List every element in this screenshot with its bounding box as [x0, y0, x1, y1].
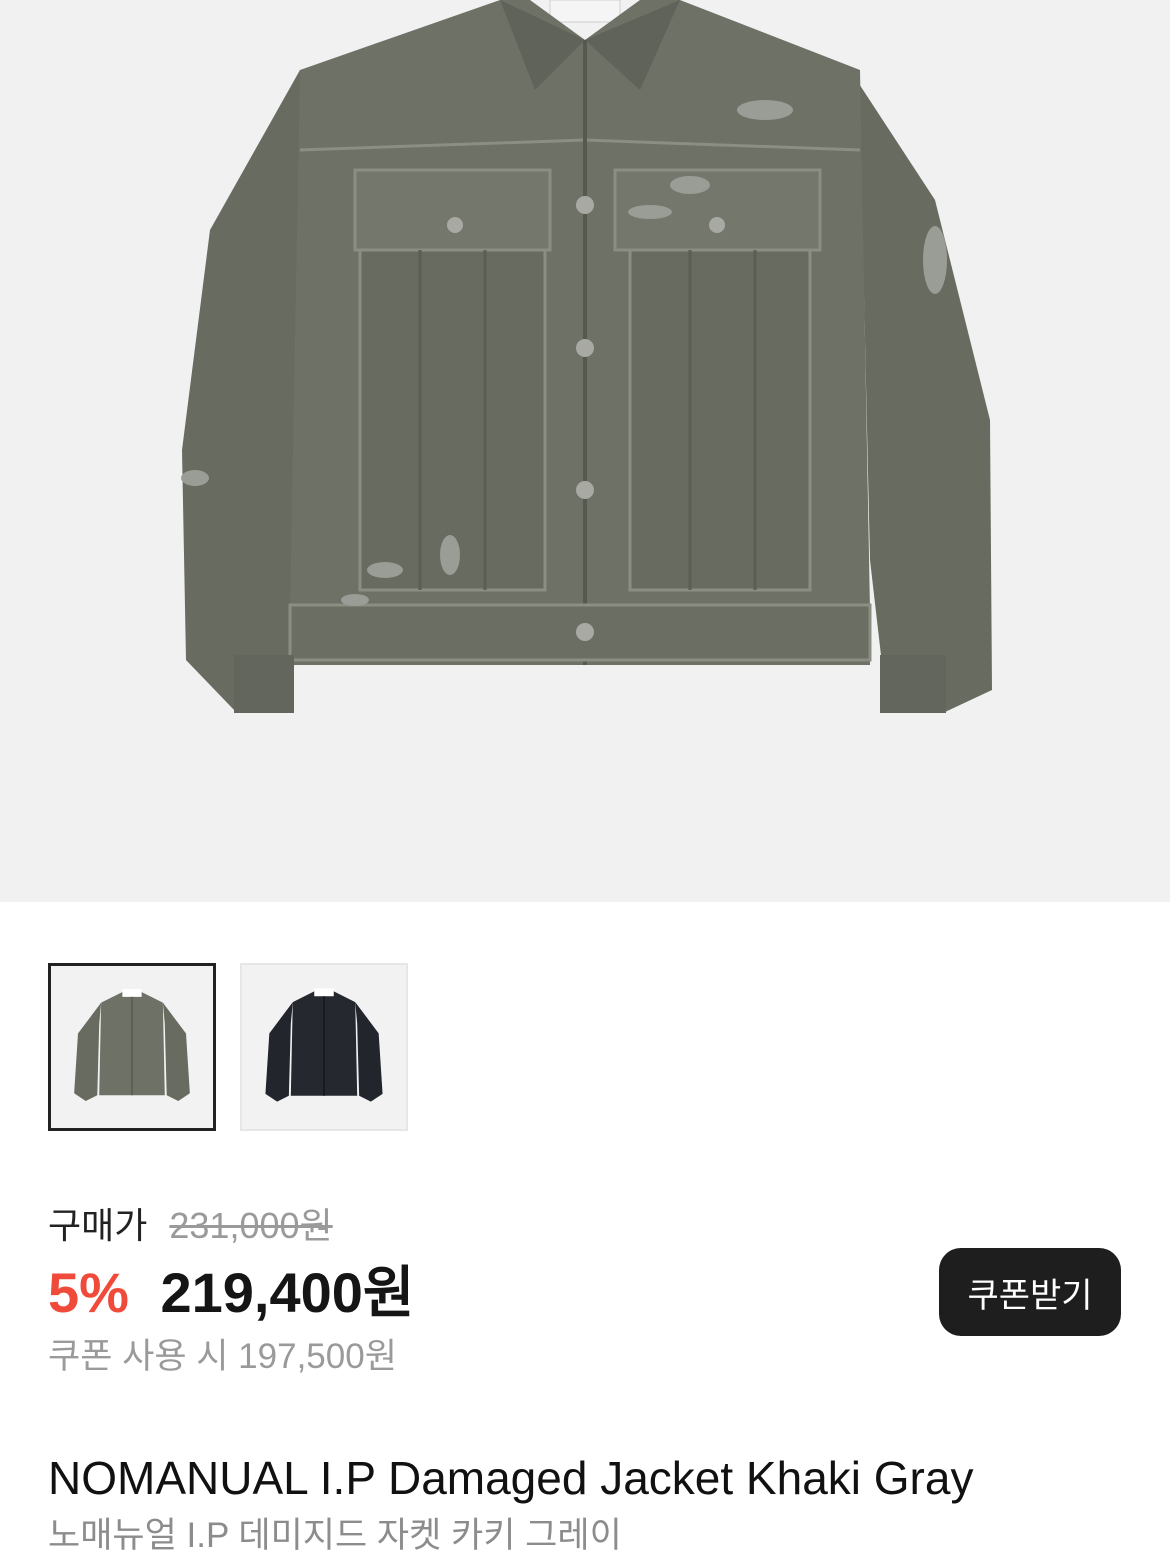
- product-title-ko: 노매뉴얼 I.P 데미지드 자켓 카키 그레이: [48, 1516, 622, 1555]
- original-price: 231,000원: [169, 1205, 333, 1246]
- price-label-row: 구매가 231,000원: [48, 1204, 333, 1248]
- thumbnail-black[interactable]: [240, 963, 408, 1131]
- thumbnail-khaki-gray[interactable]: [48, 963, 216, 1131]
- coupon-price-note: 쿠폰 사용 시 197,500원: [48, 1337, 397, 1376]
- jacket-image: [181, 0, 992, 713]
- sale-price: 219,400원: [160, 1261, 415, 1324]
- get-coupon-button[interactable]: 쿠폰받기: [939, 1248, 1121, 1336]
- sale-price-row: 5% 219,400원: [48, 1260, 414, 1326]
- thumbnail-strip: [48, 963, 408, 1131]
- discount-rate: 5%: [48, 1261, 129, 1324]
- product-main-image[interactable]: [0, 0, 1170, 902]
- product-title-en: NOMANUAL I.P Damaged Jacket Khaki Gray: [48, 1452, 974, 1504]
- jacket-black-thumb-icon: [265, 988, 383, 1102]
- jacket-khaki-thumb-icon: [74, 989, 190, 1101]
- price-label: 구매가: [48, 1205, 148, 1246]
